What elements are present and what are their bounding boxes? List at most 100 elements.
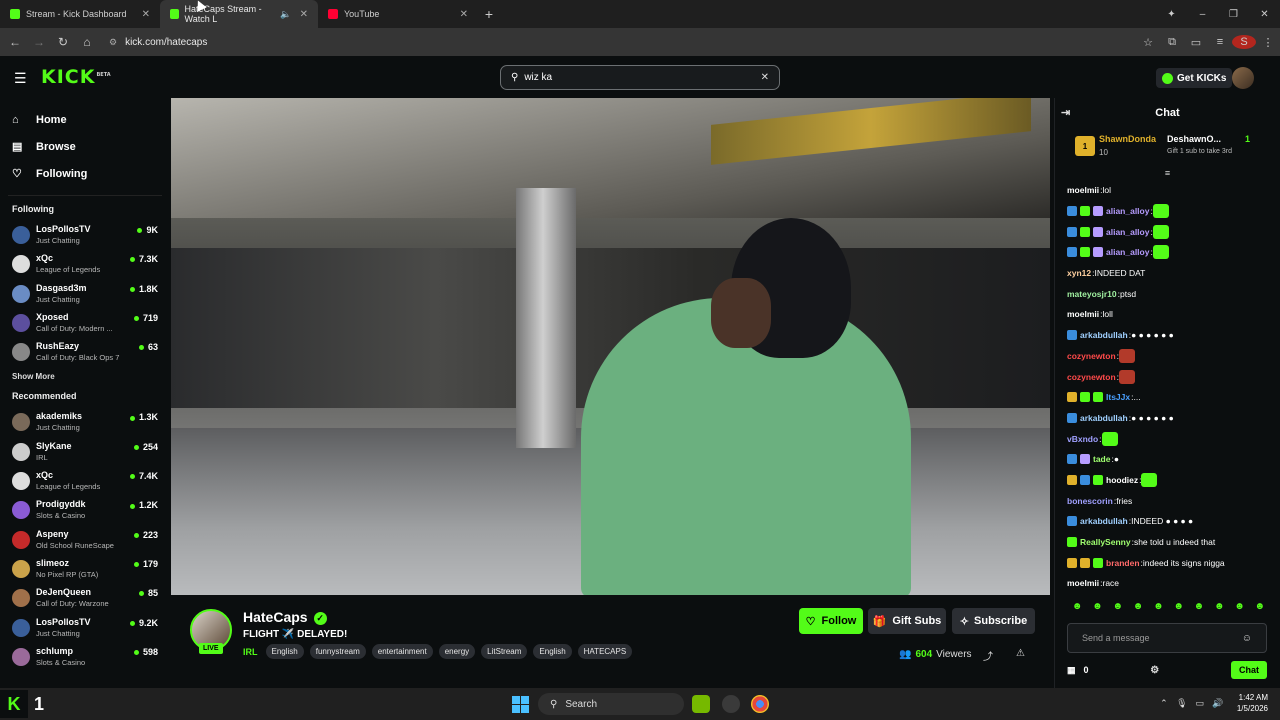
stream-category-link[interactable]: IRL — [243, 647, 258, 657]
stream-tag[interactable]: English — [265, 644, 304, 659]
subscribe-button[interactable]: ✧ Subscribe — [952, 608, 1035, 634]
stream-tag[interactable]: LitStream — [481, 644, 528, 659]
stream-tag[interactable]: energy — [438, 644, 476, 659]
close-tab-icon[interactable]: ✕ — [460, 9, 468, 20]
browser-tab[interactable]: Stream - Kick Dashboard ✕ — [0, 0, 160, 28]
follow-button[interactable]: ♡ Follow — [799, 608, 863, 634]
chat-message-input[interactable]: Send a message ☺ — [1067, 623, 1267, 653]
emote-icon[interactable]: ☻ — [1209, 601, 1229, 613]
browser-tab-active[interactable]: HateCaps Stream - Watch L 🔈 ✕ — [160, 0, 318, 28]
chat-username[interactable]: branden — [1106, 558, 1140, 568]
sidebar-channel[interactable]: LosPollosTV Just Chatting 9K — [0, 222, 170, 251]
chat-username[interactable]: ItsJJx — [1106, 392, 1130, 402]
channel-name[interactable]: HateCaps ✓ — [243, 609, 327, 625]
sparkle-icon[interactable]: ✦ — [1156, 9, 1187, 20]
url-input[interactable]: ⚙ kick.com/hatecaps — [103, 31, 1119, 53]
cast-icon[interactable]: ▭ — [1184, 36, 1208, 49]
chat-username[interactable]: moelmii — [1067, 578, 1099, 588]
chat-username[interactable]: ReallySenny — [1080, 537, 1131, 547]
app-icon[interactable] — [722, 695, 740, 713]
windows-start-icon[interactable] — [512, 696, 529, 713]
sidebar-channel[interactable]: RushEazy Call of Duty: Black Ops 7 63 — [0, 339, 170, 368]
extensions-icon[interactable]: ⧉ — [1160, 36, 1184, 49]
gift-leaderboard[interactable]: 1 ShawnDonda 10 DeshawnO... 1 Gift 1 sub… — [1055, 128, 1280, 168]
emote-icon[interactable]: ☻ — [1128, 601, 1148, 613]
new-tab-button[interactable]: + — [478, 6, 500, 22]
chat-send-button[interactable]: Chat — [1231, 661, 1267, 679]
chat-username[interactable]: arkabdullah — [1080, 516, 1128, 526]
kick-logo[interactable]: KICKBETA — [41, 66, 111, 88]
stream-tag[interactable]: funnystream — [309, 644, 366, 659]
microphone-icon[interactable]: 🎙 — [1173, 698, 1191, 709]
sidebar-channel[interactable]: xQc League of Legends 7.4K — [0, 468, 170, 497]
sidebar-item-following[interactable]: ♡ Following — [0, 160, 170, 187]
stream-tag[interactable]: HATECAPS — [577, 644, 633, 659]
media-icon[interactable]: ≡ — [1208, 36, 1232, 48]
gift-subs-button[interactable]: 🎁 Gift Subs — [868, 608, 946, 634]
sidebar-channel[interactable]: schlump Slots & Casino 598 — [0, 644, 170, 673]
emote-icon[interactable]: ☻ — [1067, 601, 1087, 613]
chat-username[interactable]: tade — [1093, 454, 1110, 464]
sidebar-channel[interactable]: LosPollosTV Just Chatting 9.2K — [0, 615, 170, 644]
clock[interactable]: 1:42 AM 1/5/2026 — [1237, 692, 1268, 714]
back-icon[interactable]: ← — [3, 35, 27, 49]
chat-username[interactable]: vBxndo — [1067, 434, 1098, 444]
nvidia-app-icon[interactable] — [692, 695, 710, 713]
report-icon[interactable]: ⚠ — [1016, 648, 1025, 659]
sidebar-item-home[interactable]: ⌂ Home — [0, 106, 170, 133]
profile-avatar[interactable]: S — [1232, 35, 1256, 49]
chat-username[interactable]: alian_alloy — [1106, 206, 1149, 216]
kicks-wallet-icon[interactable]: ▦ — [1067, 665, 1076, 676]
emote-icon[interactable]: ☻ — [1168, 601, 1188, 613]
emote-icon[interactable]: ☻ — [1087, 601, 1107, 613]
stream-tag[interactable]: English — [533, 644, 572, 659]
sidebar-channel[interactable]: xQc League of Legends 7.3K — [0, 251, 170, 280]
browser-tab[interactable]: YouTube ✕ — [318, 0, 478, 28]
sidebar-channel[interactable]: Prodigyddk Slots & Casino 1.2K — [0, 497, 170, 526]
chat-username[interactable]: xyn12 — [1067, 268, 1091, 278]
sidebar-channel[interactable]: akademiks Just Chatting 1.3K — [0, 409, 170, 438]
chat-username[interactable]: mateyosjr10 — [1067, 289, 1117, 299]
sidebar-item-browse[interactable]: ▤ Browse — [0, 133, 170, 160]
sidebar-channel[interactable]: SlyKane IRL 254 — [0, 439, 170, 468]
chat-username[interactable]: moelmii — [1067, 309, 1099, 319]
sidebar-channel[interactable]: Xposed Call of Duty: Modern ... 719 — [0, 310, 170, 339]
speaker-icon[interactable]: 🔈 — [280, 9, 291, 20]
clear-search-icon[interactable]: ✕ — [761, 72, 769, 83]
chat-username[interactable]: arkabdullah — [1080, 413, 1128, 423]
emote-icon[interactable]: ☻ — [1189, 601, 1209, 613]
browser-menu-icon[interactable]: ⋮ — [1256, 36, 1280, 49]
chat-username[interactable]: alian_alloy — [1106, 247, 1149, 257]
network-icon[interactable]: ▭ — [1191, 698, 1209, 709]
tray-chevron-icon[interactable]: ⌃ — [1155, 698, 1173, 709]
home-browser-icon[interactable]: ⌂ — [75, 35, 99, 49]
hamburger-menu-icon[interactable]: ☰ — [14, 70, 27, 87]
share-icon[interactable]: ⤴ — [983, 648, 993, 663]
chat-username[interactable]: alian_alloy — [1106, 227, 1149, 237]
site-info-icon[interactable]: ⚙ — [109, 37, 117, 48]
sidebar-channel[interactable]: Dasgasd3m Just Chatting 1.8K — [0, 281, 170, 310]
forward-icon[interactable]: → — [27, 35, 51, 49]
close-tab-icon[interactable]: ✕ — [300, 9, 308, 20]
close-tab-icon[interactable]: ✕ — [142, 9, 150, 20]
close-window-icon[interactable]: ✕ — [1249, 9, 1280, 20]
minimize-icon[interactable]: – — [1187, 9, 1218, 20]
stream-tag[interactable]: entertainment — [371, 644, 433, 659]
chat-settings-icon[interactable]: ⚙ — [1150, 665, 1159, 676]
volume-icon[interactable]: 🔊 — [1209, 698, 1227, 709]
get-kicks-button[interactable]: Get KICKs — [1156, 68, 1233, 88]
emote-icon[interactable]: ☻ — [1148, 601, 1168, 613]
chrome-icon[interactable] — [751, 695, 769, 713]
maximize-icon[interactable]: ❐ — [1218, 9, 1249, 20]
chat-username[interactable]: cozynewton — [1067, 372, 1116, 382]
show-more-link[interactable]: Show More — [0, 372, 170, 381]
sidebar-channel[interactable]: slimeoz No Pixel RP (GTA) 179 — [0, 556, 170, 585]
reload-icon[interactable]: ↻ — [51, 35, 75, 49]
sidebar-channel[interactable]: Aspeny Old School RuneScape 223 — [0, 527, 170, 556]
emote-icon[interactable]: ☻ — [1108, 601, 1128, 613]
chat-username[interactable]: hoodiez — [1106, 475, 1138, 485]
collapse-chat-icon[interactable]: ⇥ — [1061, 106, 1070, 119]
taskbar-search[interactable]: ⚲ Search — [538, 693, 684, 715]
chat-username[interactable]: cozynewton — [1067, 351, 1116, 361]
sidebar-channel[interactable]: DeJenQueen Call of Duty: Warzone 85 — [0, 585, 170, 614]
